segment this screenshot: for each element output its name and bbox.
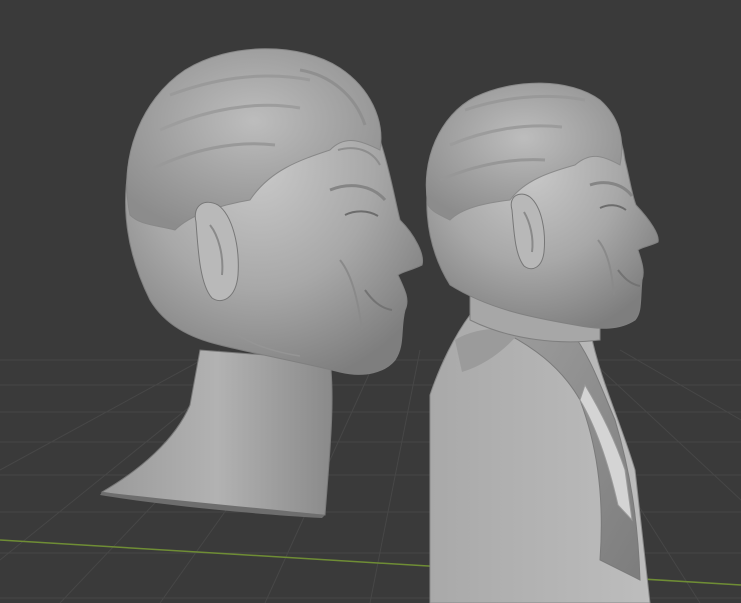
head-sculpt[interactable]: [100, 48, 424, 518]
3d-viewport[interactable]: [0, 0, 741, 603]
viewport-scene: [0, 48, 741, 603]
bust-sculpt[interactable]: [425, 82, 659, 603]
